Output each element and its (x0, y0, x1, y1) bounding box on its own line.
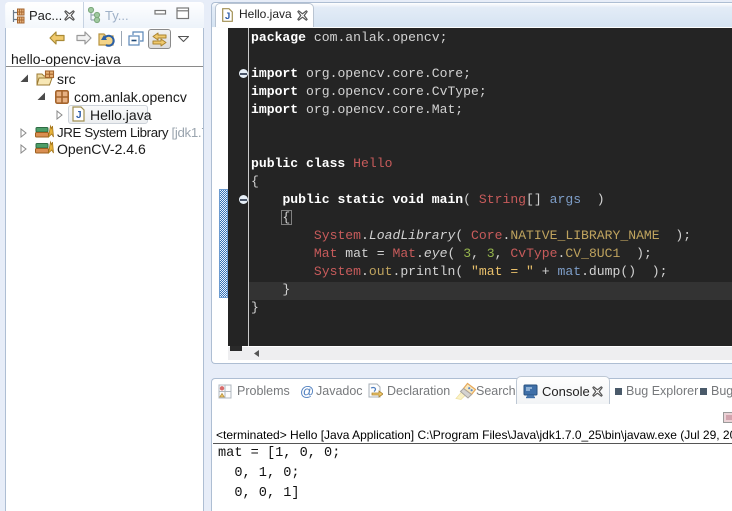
svg-text:J: J (76, 110, 82, 121)
svg-text:J: J (225, 11, 230, 22)
